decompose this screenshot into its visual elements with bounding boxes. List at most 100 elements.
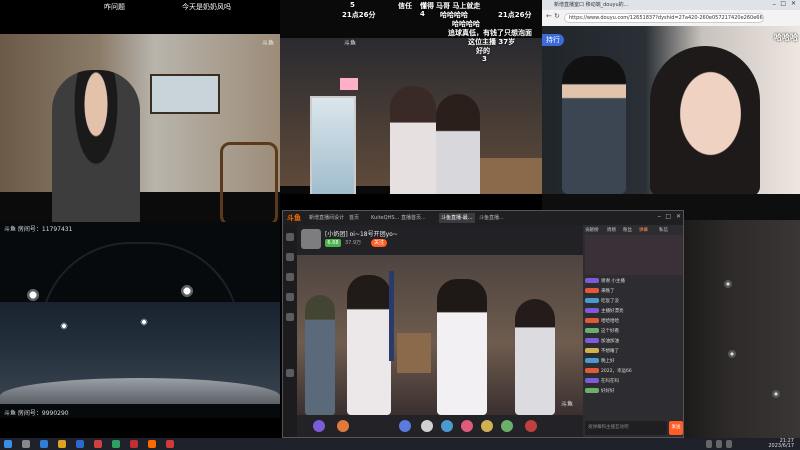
douyu-logo[interactable]: 斗鱼 [287,213,301,223]
send-button[interactable]: 发送 [669,421,683,435]
history-icon[interactable] [286,369,294,377]
chat-tab[interactable]: 贡献榜 [585,227,599,233]
stream-pane-top-mid: 5 信任 懂得 马哥 马上就走 21点26分 4 哈哈哈哈 21点26分 哈哈哈… [280,0,542,194]
chat-input[interactable]: 发弹幕和主播互动吧 [585,421,667,435]
overlay-text: 哈哈哈 [774,33,798,42]
person-figure [390,86,436,194]
follow-icon[interactable] [286,273,294,281]
browser-tab[interactable]: 新增直播室口 移动端_douyu的... [554,1,628,8]
clock-date: 2023/6/17 [768,443,794,449]
chat-message: 谢谢 小主播 [585,277,683,286]
street-lamp [60,322,68,330]
caption-right: 今天是奶奶风吗 [182,3,231,11]
gift-icon[interactable] [313,420,325,432]
client-tab-active[interactable]: 斗鱼直播-最... [439,213,475,223]
app-icon[interactable] [94,440,102,448]
coat-button [728,350,736,358]
client-tab[interactable]: 首页 [349,213,359,223]
stream-pane-bottom-left: 斗鱼 房间号：11797431 斗鱼 房间号：9990290 [0,222,280,418]
douyu-watermark: 斗鱼 [261,40,274,47]
person-figure [436,94,480,194]
reload-icon[interactable]: ↻ [554,12,560,20]
volume-icon[interactable] [726,440,732,448]
gift-icon[interactable] [441,420,453,432]
folder-icon[interactable] [58,440,66,448]
rank-box [585,235,683,275]
gift-icon[interactable] [481,420,493,432]
address-bar[interactable]: https://www.douyu.com/12651837?dyshid=27… [564,13,764,23]
minimize-icon[interactable]: – [773,0,777,8]
douyu-client-window: 斗鱼 新增直播间设计 首页 KuiteQHS... 直播首页... 斗鱼直播-最… [282,210,684,438]
chat-message: 加油加油 [585,337,683,346]
gift-icon[interactable] [399,420,411,432]
street-lamp [26,288,40,302]
clock[interactable]: 21:27 2023/6/17 [768,439,794,449]
chat-tab[interactable]: 弹幕 [639,227,648,233]
start-icon[interactable] [4,440,12,448]
box-shape [397,333,431,373]
avatar[interactable] [301,229,321,249]
caption-left: 咋问题 [104,3,125,11]
level-badge: 6.68 [325,239,341,247]
close-icon[interactable]: ✕ [791,0,796,7]
douyu-watermark: 斗鱼 [344,40,357,47]
game-icon[interactable] [286,313,294,321]
video-icon[interactable] [286,293,294,301]
client-tab[interactable]: KuiteQHS... [371,213,399,223]
client-tab[interactable]: 斗鱼直播... [479,213,504,223]
room-number: 斗鱼 房间号：11797431 [4,226,73,233]
browser-tabbar: 新增直播室口 移动端_douyu的... – □ ✕ [542,0,800,10]
app-icon[interactable] [76,440,84,448]
follow-button[interactable]: 关注 [371,239,388,247]
overlay-text: 21点26分 [342,11,376,19]
back-icon[interactable]: ← [546,12,552,20]
gift-icon[interactable] [337,420,349,432]
gift-icon[interactable] [421,420,433,432]
person-figure [347,275,391,415]
chat-message: 主播好漂亮 [585,307,683,316]
chair-shape [220,142,278,222]
minimize-icon[interactable]: – [658,212,662,220]
street-lamp [180,284,194,298]
table-shape [480,158,542,194]
network-icon[interactable] [716,440,722,448]
overlay-text: 信任 [398,2,412,10]
gift-icon[interactable] [525,420,537,432]
taskbar [0,438,800,450]
close-icon[interactable]: ✕ [676,213,681,220]
overlay-text: 5 [350,1,355,9]
browser-window: 新增直播室口 移动端_douyu的... – □ ✕ ← ↻ https://w… [542,0,800,220]
wechat-icon[interactable] [112,440,120,448]
chat-message: 这个好看 [585,327,683,336]
search-icon[interactable] [22,440,30,448]
coat-button [724,280,732,288]
overlay-text: 3 [482,55,487,63]
maximize-icon[interactable]: □ [780,0,786,7]
maximize-icon[interactable]: □ [665,213,671,220]
gift-icon[interactable] [501,420,513,432]
app-icon[interactable] [166,440,174,448]
chat-tab[interactable]: 粉丝 [623,227,632,233]
home-icon[interactable] [286,233,294,241]
client-tab[interactable]: 新增直播间设计 [309,213,344,223]
edge-icon[interactable] [40,440,48,448]
tray-icon[interactable] [706,440,712,448]
douyu-icon[interactable] [148,440,156,448]
client-tab[interactable]: 直播首页... [401,213,426,223]
app-icon[interactable] [130,440,138,448]
stream-pane-top-left: 咋问题 今天是奶奶风吗 斗鱼 [0,0,280,222]
chat-tab[interactable]: 私信 [659,227,668,233]
category-icon[interactable] [286,253,294,261]
person-figure [305,295,335,415]
gift-icon[interactable] [461,420,473,432]
streamer-figure [52,70,140,222]
client-sidebar [283,225,297,437]
chat-message: 不想睡了 [585,347,683,356]
chat-message: 2022，幸运66 [585,367,683,376]
room-header: [小奶团] oi~18号开团yo~ 6.68 37.9万 关注 [297,225,583,255]
chat-message: 晚上好 [585,357,683,366]
chat-message: 在吗在吗 [585,377,683,386]
chat-tab[interactable]: 周榜 [607,227,616,233]
hot-count: 37.9万 [345,240,362,246]
room-number: 斗鱼 房间号：9990290 [4,410,69,417]
